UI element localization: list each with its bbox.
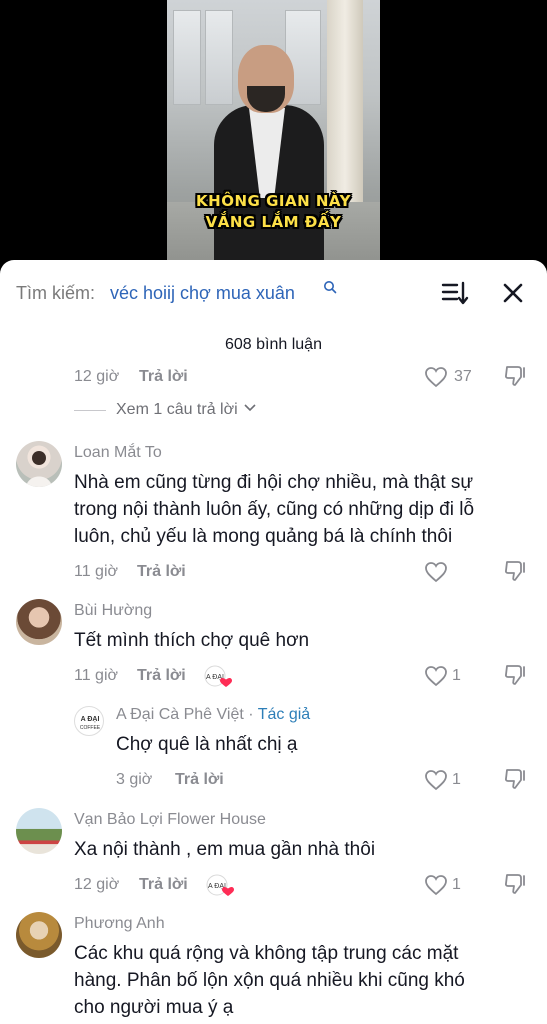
avatar[interactable] [16, 599, 62, 645]
reply-button[interactable]: Trả lời [137, 667, 186, 685]
video-frame: KHÔNG GIAN NÀY VẮNG LẮM ĐẤY [167, 0, 380, 272]
author-tag: Tác giả [257, 706, 311, 723]
like-count: 1 [452, 667, 461, 684]
search-label: Tìm kiếm: [16, 283, 95, 303]
comment-username[interactable]: A Đại Cà Phê Việt · Tác giả [116, 706, 310, 724]
dislike-icon[interactable] [503, 872, 527, 896]
comment-time: 3 giờ [116, 771, 153, 788]
like-count: 37 [454, 368, 472, 385]
video-caption-line1: KHÔNG GIAN NÀY [196, 192, 351, 210]
comment-time: 12 giờ [74, 876, 120, 893]
comment-text-line: cho người mua ý ạ [74, 997, 234, 1018]
like-count: 1 [452, 876, 461, 893]
heart-icon[interactable] [424, 561, 448, 583]
heart-icon[interactable] [424, 769, 448, 791]
comment-text-line: trong nội thành luôn ấy, cũng có những d… [74, 499, 475, 520]
comment-time: 11 giờ [74, 563, 118, 580]
comment-text-line: hàng. Phân bố lộn xộn quá nhiều khi cũng… [74, 970, 465, 991]
dislike-icon[interactable] [503, 767, 527, 791]
reply-button[interactable]: Trả lời [175, 771, 224, 789]
comment-text: Các khu quá rộng và không tập trung các … [74, 940, 465, 1021]
video-caption-line2: VẮNG LẮM ĐẤY [205, 213, 342, 231]
author-separator: · [243, 706, 258, 723]
video-player[interactable]: KHÔNG GIAN NÀY VẮNG LẮM ĐẤY [0, 0, 547, 272]
background-window [205, 10, 233, 105]
close-icon[interactable] [500, 280, 526, 306]
view-replies-button[interactable]: Xem 1 câu trả lời [116, 401, 256, 419]
dislike-icon[interactable] [503, 364, 527, 388]
comment-username[interactable]: Loan Mắt To [74, 444, 162, 462]
comment-text: Xa nội thành , em mua gần nhà thôi [74, 839, 376, 860]
sort-icon[interactable] [441, 280, 469, 306]
dislike-icon[interactable] [503, 663, 527, 687]
search-bar[interactable]: Tìm kiếm: véc hoiij chợ mua xuân [0, 278, 547, 310]
heart-icon[interactable] [424, 366, 448, 388]
avatar[interactable] [16, 441, 62, 487]
reply-button[interactable]: Trả lời [139, 368, 188, 386]
search-icon[interactable] [323, 280, 337, 294]
like-count: 1 [452, 771, 461, 788]
dislike-icon[interactable] [503, 559, 527, 583]
svg-text:COFFEE: COFFEE [80, 725, 101, 731]
avatar[interactable] [16, 912, 62, 958]
creator-liked-badge: A ĐẠI [206, 874, 234, 896]
view-replies-label: Xem 1 câu trả lời [116, 401, 238, 418]
comments-count: 608 bình luận [225, 336, 322, 353]
comment-time: 11 giờ [74, 667, 118, 684]
avatar[interactable]: A ĐẠI COFFEE [74, 706, 104, 736]
creator-liked-badge: A ĐẠI [204, 665, 232, 687]
avatar[interactable] [16, 808, 62, 854]
comment-username[interactable]: Bùi Hường [74, 602, 152, 620]
svg-text:A ĐẠI: A ĐẠI [81, 716, 100, 723]
reply-button[interactable]: Trả lời [139, 876, 188, 894]
comment-time: 12 giờ [74, 368, 120, 385]
comment-text: Chợ quê là nhất chị ạ [116, 734, 298, 755]
comment-text: Nhà em cũng từng đi hội chợ nhiều, mà th… [74, 469, 474, 550]
comment-text-line: Các khu quá rộng và không tập trung các … [74, 943, 459, 964]
comment-text: Tết mình thích chợ quê hơn [74, 630, 310, 651]
comment-username[interactable]: Phương Anh [74, 915, 165, 933]
divider [74, 410, 106, 411]
comment-text-line: Nhà em cũng từng đi hội chợ nhiều, mà th… [74, 472, 474, 493]
chevron-down-icon [244, 404, 256, 412]
search-query-link[interactable]: véc hoiij chợ mua xuân [110, 283, 295, 304]
author-name: A Đại Cà Phê Việt [116, 706, 244, 723]
heart-icon[interactable] [424, 665, 448, 687]
heart-icon[interactable] [424, 874, 448, 896]
comment-username[interactable]: Vạn Bảo Lợi Flower House [74, 811, 266, 829]
comments-sheet: Tìm kiếm: véc hoiij chợ mua xuân 608 bìn… [0, 260, 547, 1024]
background-window [173, 10, 201, 105]
reply-button[interactable]: Trả lời [137, 563, 186, 581]
comment-text-line: luôn, chủ yếu là mong quảng bá là chính … [74, 526, 453, 547]
